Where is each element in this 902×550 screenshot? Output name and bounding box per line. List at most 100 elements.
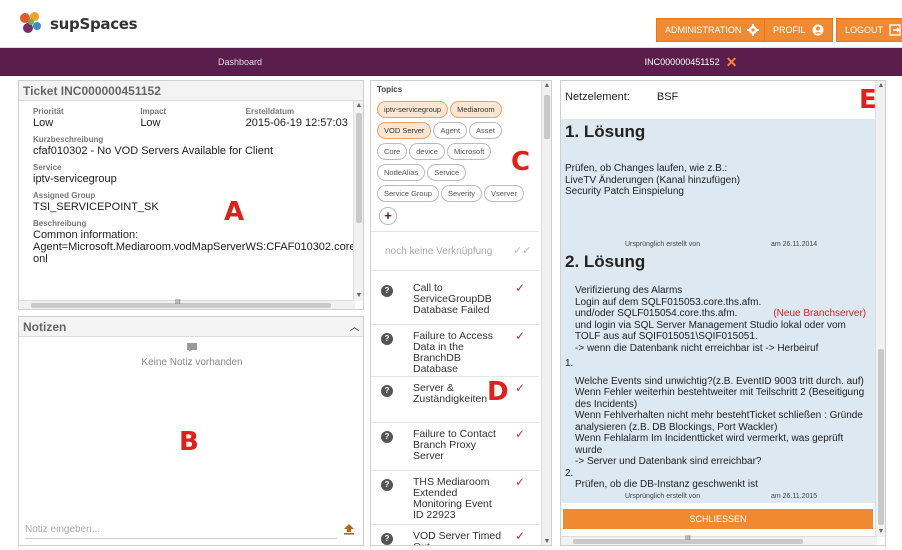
topic-chip[interactable]: NodeAlias — [377, 164, 426, 181]
topic-chip[interactable]: VOD Server — [377, 122, 432, 139]
network-element: Netzelement: BSF — [565, 91, 679, 103]
ticket-fields: Priorität Low Impact Low Erstelldatum 20… — [33, 107, 364, 271]
topic-chip[interactable]: Agent — [433, 122, 468, 139]
question-icon: ? — [381, 385, 393, 397]
solution-panel: Netzelement: BSF E 1. Lösung Prüfen, ob … — [560, 80, 886, 546]
nav-bar: Dashboard INC000000451152 ✕ — [0, 48, 902, 76]
marker-a: A — [224, 197, 245, 227]
gear-icon — [747, 24, 760, 36]
priority-field: Priorität Low — [33, 107, 64, 129]
administration-label: ADMINISTRATION — [665, 25, 742, 35]
list-item[interactable]: ? VOD Server Timed Out ✓ — [371, 525, 539, 546]
ticket-title: Ticket INC000000451152 — [19, 81, 363, 101]
tab-dashboard-label: Dashboard — [217, 57, 263, 67]
assigned-group-field: Assigned Group TSI_SERVICEPOINT_SK — [33, 191, 159, 213]
logout-label: LOGOUT — [845, 25, 884, 35]
question-icon: ? — [381, 285, 393, 297]
user-icon — [812, 24, 824, 36]
list-item[interactable]: ? Server & Zuständigkeiten ✓ — [371, 377, 539, 423]
ticket-horizontal-scrollbar[interactable]: III — [19, 299, 355, 309]
link-title: VOD Server Timed Out — [413, 530, 502, 546]
collapse-icon[interactable]: ︿ — [350, 320, 359, 333]
check-icon[interactable]: ✓ — [515, 475, 525, 489]
links-empty-row: noch keine Verknüpfung ✓✓ — [371, 231, 539, 271]
scroll-down-icon[interactable]: ▼ — [354, 291, 363, 301]
top-bar: supSpaces ADMINISTRATION PROFIL LOGOUT — [0, 0, 902, 48]
tab-ticket-label: INC000000451152 — [644, 57, 720, 67]
topic-chip[interactable]: Vserver — [484, 185, 524, 202]
logout-button[interactable]: LOGOUT — [836, 18, 902, 42]
link-title: Failure to Access Data in the BranchDB D… — [413, 330, 493, 375]
profile-label: PROFIL — [773, 25, 806, 35]
notes-empty-state: Keine Notiz vorhanden — [19, 341, 363, 368]
upload-icon[interactable] — [343, 523, 355, 535]
check-icon[interactable]: ✓ — [515, 329, 525, 343]
double-check-icon: ✓✓ — [513, 245, 532, 257]
topics-panel: Topics iptv-servicegroup Mediaroom VOD Ser… — [370, 80, 552, 546]
logout-icon — [889, 24, 901, 36]
close-button[interactable]: SCHLIESSEN — [563, 509, 873, 529]
scroll-up-icon[interactable]: ▲ — [354, 101, 363, 111]
solution-2: 2. Lösung Verifizierung des Alarms Login… — [561, 249, 875, 503]
topic-chip[interactable]: Service Group — [377, 185, 439, 202]
topic-chip[interactable]: iptv-servicegroup — [377, 101, 449, 118]
solution-2-title: 2. Lösung — [561, 249, 875, 275]
topics-title: Topics — [377, 85, 403, 94]
solution-1-title: 1. Lösung — [561, 119, 875, 145]
app-window: supSpaces ADMINISTRATION PROFIL LOGOUT D… — [0, 0, 902, 550]
topic-chip[interactable]: Severity — [440, 185, 483, 202]
notes-panel: Notizen ︿ Keine Notiz vorhanden B Notiz … — [18, 316, 364, 546]
add-topic-button[interactable]: + — [379, 207, 397, 225]
link-title: THS Mediaroom Extended Monitoring Event … — [413, 476, 492, 521]
note-icon — [187, 343, 197, 352]
list-item[interactable]: ? Failure to Contact Branch Proxy Server ✓ — [371, 423, 539, 471]
topics-vertical-scrollbar[interactable]: ▲ ▼ — [541, 81, 551, 545]
tab-ticket[interactable]: INC000000451152 ✕ — [480, 48, 902, 76]
topic-chip[interactable]: Core — [377, 143, 408, 160]
topic-chips: iptv-servicegroup Mediaroom VOD Server Agen… — [377, 101, 527, 206]
question-icon: ? — [381, 533, 393, 545]
short-description-field: Kurzbeschreibung cfaf010302 - No VOD Ser… — [33, 135, 274, 157]
link-title: Failure to Contact Branch Proxy Server — [413, 428, 496, 462]
created-field: Erstelldatum 2015-06-19 12:57:03 — [245, 107, 348, 129]
question-icon: ? — [381, 479, 393, 491]
topic-chip[interactable]: Service — [427, 164, 467, 181]
solution-1: 1. Lösung Prüfen, ob Changes laufen, wie… — [561, 119, 875, 253]
topic-chip[interactable]: Mediaroom — [450, 101, 502, 118]
topic-chip[interactable]: Asset — [469, 122, 502, 139]
check-icon[interactable]: ✓ — [515, 381, 525, 395]
tab-dashboard[interactable]: Dashboard — [0, 48, 480, 76]
solution-2-body: Verifizierung des Alarms Login auf dem S… — [561, 275, 875, 503]
solution-1-body: Prüfen, ob Changes laufen, wie z.B.: Liv… — [561, 145, 875, 253]
notes-header: Notizen ︿ — [19, 317, 363, 337]
scroll-down-icon[interactable]: ▼ — [542, 537, 551, 545]
topic-chip[interactable]: device — [409, 143, 445, 160]
list-item[interactable]: ? Call to ServiceGroupDB Database Failed ✓ — [371, 277, 539, 325]
ticket-vertical-scrollbar[interactable]: ▲ ▼ — [353, 101, 363, 301]
check-icon[interactable]: ✓ — [515, 281, 525, 295]
logo-text: supSpaces — [50, 15, 138, 33]
logo-icon — [18, 11, 44, 37]
marker-b: B — [179, 427, 199, 457]
logo[interactable]: supSpaces — [18, 10, 138, 38]
scroll-up-icon[interactable]: ▲ — [876, 81, 885, 91]
check-icon[interactable]: ✓ — [515, 529, 525, 543]
link-title: Call to ServiceGroupDB Database Failed — [413, 282, 492, 316]
check-icon[interactable]: ✓ — [515, 427, 525, 441]
administration-button[interactable]: ADMINISTRATION — [656, 18, 769, 42]
impact-field: Impact Low — [140, 107, 167, 129]
note-input[interactable]: Notiz eingeben... — [25, 521, 337, 539]
description-field: Beschreibung Common information: Agent=M… — [33, 219, 364, 265]
list-item[interactable]: ? THS Mediaroom Extended Monitoring Event… — [371, 471, 539, 525]
solution-horizontal-scrollbar[interactable]: III — [561, 535, 877, 545]
scroll-up-icon[interactable]: ▲ — [542, 81, 551, 91]
question-icon: ? — [381, 333, 393, 345]
ticket-panel: Ticket INC000000451152 Priorität Low Imp… — [18, 80, 364, 310]
topic-chip[interactable]: Microsoft — [446, 143, 492, 160]
marker-d: D — [487, 377, 509, 407]
close-icon[interactable]: ✕ — [726, 54, 738, 71]
profile-button[interactable]: PROFIL — [764, 18, 833, 42]
solution-vertical-scrollbar[interactable]: ▲ ▼ — [875, 81, 885, 537]
scroll-down-icon[interactable]: ▼ — [876, 527, 885, 537]
list-item[interactable]: ? Failure to Access Data in the BranchDB … — [371, 325, 539, 377]
